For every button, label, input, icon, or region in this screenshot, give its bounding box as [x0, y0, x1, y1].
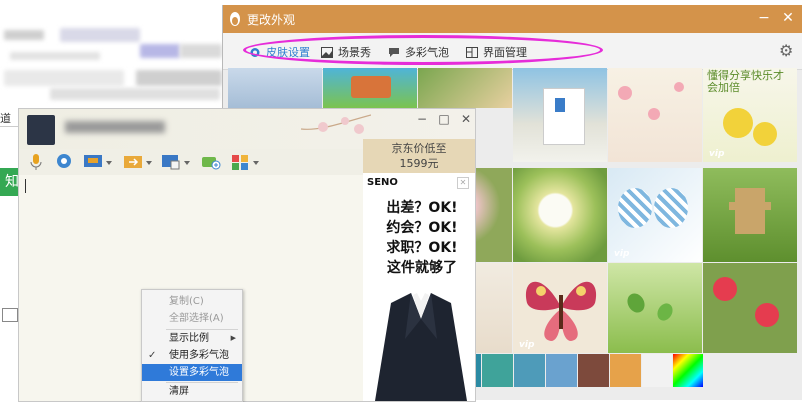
menu-item-label: 清屏 [169, 386, 189, 397]
ad-close-icon[interactable]: ✕ [457, 177, 469, 189]
close-button[interactable]: ✕ [455, 109, 477, 129]
chat-window: − □ ✕ 京东价低至 1599元 SENO ✕ 出差？OK! 约会？OK! 求… [18, 108, 476, 402]
qq-penguin-icon [230, 12, 240, 26]
camera-icon[interactable] [55, 153, 73, 171]
blurred-text [136, 70, 222, 86]
vip-badge: vip [614, 249, 630, 259]
skin-thumbnail[interactable] [323, 68, 417, 108]
contact-name-blurred [65, 121, 165, 133]
ad-line: 求职？OK! [386, 240, 458, 256]
microphone-icon[interactable] [29, 153, 43, 171]
menu-item-set-colorful-bubbles[interactable]: 设置多彩气泡 [142, 364, 242, 381]
blurred-text [4, 70, 124, 86]
skin-thumbnail[interactable] [703, 263, 797, 353]
avatar[interactable] [27, 115, 55, 145]
submenu-arrow-icon: ▶ [230, 334, 236, 342]
maximize-button[interactable]: □ [433, 109, 455, 129]
color-swatch[interactable] [514, 354, 545, 387]
window-icon [2, 308, 18, 322]
menu-item-label: 显示比例 [169, 333, 209, 344]
gear-icon[interactable]: ⚙ [779, 41, 797, 60]
color-swatch[interactable] [642, 354, 672, 387]
vip-badge: vip [519, 340, 535, 350]
skin-thumbnail[interactable]: vip [608, 168, 702, 262]
skin-thumbnail[interactable] [608, 68, 702, 162]
ad-price-line1: 京东价低至 [391, 142, 447, 155]
vip-badge: vip [709, 149, 725, 159]
skin-thumbnail[interactable] [418, 68, 512, 108]
blurred-text [180, 44, 222, 58]
chat-toolbar [19, 149, 363, 175]
ad-brand: SENO [367, 177, 398, 188]
checkmark-icon: ✓ [148, 350, 157, 361]
highlight-oval [243, 35, 603, 65]
color-swatch[interactable] [610, 354, 641, 387]
screen-share-icon[interactable] [83, 153, 113, 171]
skin-thumbnail[interactable] [513, 168, 607, 262]
text-caret [25, 179, 26, 193]
ad-panel[interactable]: 京东价低至 1599元 SENO ✕ 出差？OK! 约会？OK! 求职？OK! … [363, 139, 475, 401]
context-menu: 复制(C) 全部选择(A) 显示比例 ▶ ✓ 使用多彩气泡 设置多彩气泡 清屏 [141, 289, 243, 402]
color-swatch[interactable] [546, 354, 577, 387]
ad-line: 约会？OK! [386, 220, 458, 236]
close-button[interactable]: ✕ [777, 8, 799, 28]
menu-item-use-colorful-bubbles[interactable]: ✓ 使用多彩气泡 [142, 347, 242, 364]
menu-item-label: 全部选择(A) [169, 313, 224, 324]
thumb-text: 懂得分享快乐才会加倍 [707, 69, 784, 94]
skin-thumbnail[interactable] [228, 68, 322, 108]
title-bar[interactable]: 更改外观 − ✕ [223, 5, 802, 33]
blurred-text [10, 52, 100, 60]
menu-item-zoom[interactable]: 显示比例 ▶ [142, 330, 242, 347]
blurred-text [60, 28, 140, 42]
skin-thumbnail[interactable] [608, 263, 702, 353]
menu-item-clear-screen[interactable]: 清屏 [142, 383, 242, 400]
remote-desktop-icon[interactable] [161, 153, 191, 171]
color-picker-swatch[interactable] [673, 354, 703, 387]
suit-image [375, 293, 467, 401]
butterfly-icon [525, 281, 597, 341]
skin-thumbnail[interactable]: 懂得分享快乐才会加倍 vip [703, 68, 797, 162]
ad-price-box: 京东价低至 1599元 [363, 139, 475, 173]
menu-item-label: 复制(C) [169, 296, 204, 307]
skin-thumbnail[interactable] [703, 168, 797, 262]
color-swatch[interactable] [578, 354, 609, 387]
blurred-text [4, 30, 44, 40]
blurred-text [50, 88, 220, 100]
menu-item-copy[interactable]: 复制(C) [142, 293, 242, 310]
skin-thumbnail[interactable] [513, 68, 607, 162]
send-file-icon[interactable] [123, 153, 153, 171]
tab-bar: 皮肤设置 场景秀 多彩气泡 界面管理 ⚙ [223, 33, 802, 70]
menu-item-label: 使用多彩气泡 [169, 350, 229, 361]
add-contact-icon[interactable] [201, 153, 221, 171]
menu-item-select-all[interactable]: 全部选择(A) [142, 310, 242, 327]
blurred-text [140, 44, 180, 58]
minimize-button[interactable]: − [411, 109, 433, 129]
ad-price-line2: 1599元 [399, 157, 439, 170]
ad-line: 出差？OK! [386, 200, 458, 216]
menu-item-label: 设置多彩气泡 [169, 367, 229, 378]
window-title: 更改外观 [247, 13, 296, 27]
color-swatch[interactable] [482, 354, 513, 387]
skin-thumbnail[interactable]: vip [513, 263, 607, 353]
apps-icon[interactable] [231, 153, 261, 171]
ad-line: 这件就够了 [387, 260, 457, 276]
minimize-button[interactable]: − [753, 8, 775, 28]
